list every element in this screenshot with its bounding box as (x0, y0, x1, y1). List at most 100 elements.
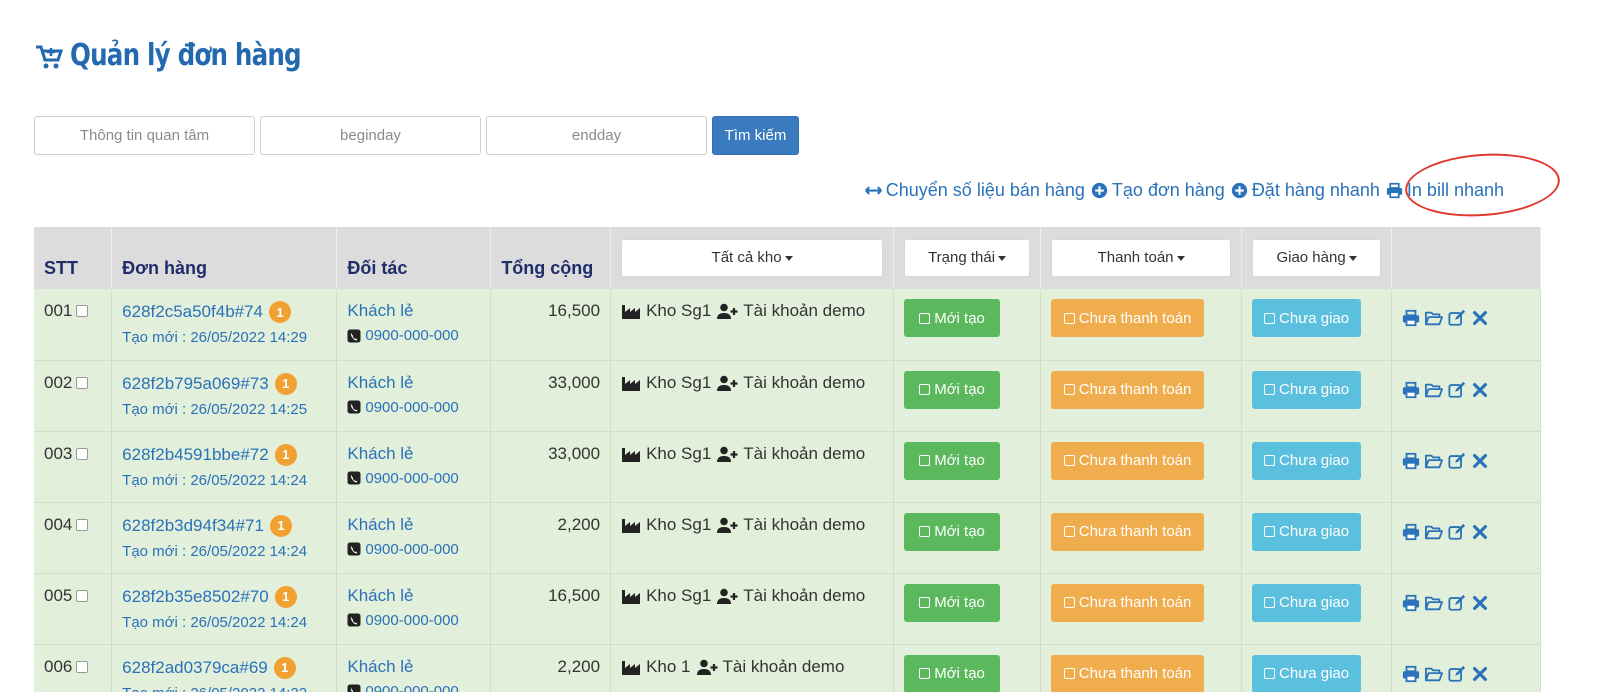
order-created-date: Tạo mới : 26/05/2022 14:24 (122, 613, 308, 631)
row-stt: 005 (44, 585, 73, 605)
order-total: 16,500 (548, 585, 601, 605)
transfer-sales-label: Chuyển số liệu bán hàng (885, 180, 1085, 200)
edit-icon[interactable] (1448, 594, 1466, 612)
order-id-link[interactable]: 628f2b4591bbe#72 (122, 445, 269, 465)
payment-filter-dropdown[interactable]: Thanh toán (1051, 239, 1232, 277)
order-id-link[interactable]: 628f2b3d94f34#71 (122, 516, 264, 536)
row-stt: 003 (44, 443, 73, 463)
edit-icon[interactable] (1448, 381, 1466, 399)
status-button[interactable]: Mới tạo (904, 654, 1001, 692)
checkbox-square-icon (1264, 526, 1276, 537)
delete-icon[interactable] (1471, 309, 1489, 327)
row-checkbox[interactable] (76, 305, 89, 317)
print-icon[interactable] (1402, 523, 1420, 541)
partner-link[interactable]: Khách lẻ (347, 515, 480, 535)
checkbox-square-icon (1063, 668, 1075, 679)
delete-icon[interactable] (1471, 665, 1489, 683)
warehouse-filter-dropdown[interactable]: Tất cả kho (621, 239, 884, 277)
delivery-button[interactable]: Chưa giao (1252, 512, 1362, 551)
print-icon[interactable] (1402, 594, 1420, 612)
order-created-date: Tạo mới : 26/05/2022 14:25 (122, 400, 308, 418)
checkbox-square-icon (1264, 597, 1276, 608)
row-checkbox[interactable] (76, 447, 89, 460)
industry-icon (622, 305, 641, 319)
delivery-filter-dropdown[interactable]: Giao hàng (1252, 239, 1382, 277)
delivery-button[interactable]: Chưa giao (1252, 583, 1362, 622)
header-payment: Thanh toán (1040, 227, 1243, 289)
user-plus-icon (717, 517, 738, 533)
folder-open-icon[interactable] (1425, 452, 1444, 470)
payment-button[interactable]: Chưa thanh toán (1051, 299, 1205, 337)
order-id-link[interactable]: 628f2b35e8502#70 (122, 587, 269, 607)
status-button[interactable]: Mới tạo (904, 512, 1001, 551)
print-icon[interactable] (1402, 381, 1420, 399)
partner-phone: 0900-000-000 (365, 540, 459, 558)
header-order: Đơn hàng (111, 227, 338, 289)
status-button[interactable]: Mới tạo (904, 583, 1001, 622)
row-actions (1402, 452, 1530, 470)
checkbox-square-icon (1063, 384, 1075, 395)
edit-icon[interactable] (1448, 665, 1466, 683)
status-filter-dropdown[interactable]: Trạng thái (904, 239, 1031, 277)
delete-icon[interactable] (1471, 381, 1489, 399)
order-id-link[interactable]: 628f2ad0379ca#69 (122, 658, 268, 678)
phone-icon (347, 613, 361, 627)
status-button[interactable]: Mới tạo (904, 299, 1001, 337)
folder-open-icon[interactable] (1425, 523, 1444, 541)
print-icon[interactable] (1402, 309, 1420, 327)
search-info-input[interactable] (34, 116, 255, 155)
row-checkbox[interactable] (76, 376, 89, 389)
edit-icon[interactable] (1448, 309, 1466, 327)
delete-icon[interactable] (1471, 523, 1489, 541)
row-checkbox[interactable] (76, 660, 89, 673)
folder-open-icon[interactable] (1425, 309, 1444, 327)
status-button[interactable]: Mới tạo (904, 370, 1001, 409)
quick-order-link[interactable]: Đặt hàng nhanh (1231, 180, 1380, 201)
account-name: Tài khoản demo (743, 585, 866, 605)
order-id-link[interactable]: 628f2c5a50f4b#74 (122, 302, 263, 322)
partner-link[interactable]: Khách lẻ (347, 301, 480, 321)
row-checkbox[interactable] (76, 518, 89, 531)
partner-phone: 0900-000-000 (365, 611, 459, 629)
partner-link[interactable]: Khách lẻ (347, 373, 480, 393)
print-icon[interactable] (1402, 452, 1420, 470)
search-button[interactable]: Tìm kiếm (712, 116, 799, 155)
delivery-button[interactable]: Chưa giao (1252, 654, 1362, 692)
plus-circle-icon (1091, 182, 1108, 199)
status-button[interactable]: Mới tạo (904, 441, 1001, 480)
payment-button[interactable]: Chưa thanh toán (1051, 654, 1205, 692)
payment-button[interactable]: Chưa thanh toán (1051, 583, 1205, 622)
partner-link[interactable]: Khách lẻ (347, 444, 480, 464)
payment-button[interactable]: Chưa thanh toán (1051, 512, 1205, 551)
folder-open-icon[interactable] (1425, 665, 1444, 683)
create-order-link[interactable]: Tạo đơn hàng (1091, 180, 1225, 201)
payment-button[interactable]: Chưa thanh toán (1051, 441, 1205, 480)
begin-day-input[interactable] (260, 116, 481, 155)
row-checkbox[interactable] (76, 589, 89, 602)
edit-icon[interactable] (1448, 523, 1466, 541)
row-actions (1402, 665, 1530, 683)
print-icon[interactable] (1402, 665, 1420, 683)
transfer-sales-link[interactable]: Chuyển số liệu bán hàng (864, 180, 1085, 201)
payment-button[interactable]: Chưa thanh toán (1051, 370, 1205, 409)
checkbox-square-icon (1063, 597, 1075, 608)
delivery-button[interactable]: Chưa giao (1252, 441, 1362, 480)
order-count-badge: 1 (273, 656, 296, 679)
row-actions (1402, 594, 1530, 612)
print-bill-link[interactable]: In bill nhanh (1386, 180, 1504, 201)
checkbox-square-icon (1264, 668, 1276, 679)
print-icon (1386, 182, 1403, 199)
delivery-button[interactable]: Chưa giao (1252, 299, 1362, 337)
partner-phone: 0900-000-000 (365, 327, 459, 344)
partner-link[interactable]: Khách lẻ (347, 586, 480, 606)
row-stt: 006 (44, 656, 73, 676)
edit-icon[interactable] (1448, 452, 1466, 470)
delivery-button[interactable]: Chưa giao (1252, 370, 1362, 409)
end-day-input[interactable] (486, 116, 707, 155)
folder-open-icon[interactable] (1425, 381, 1444, 399)
folder-open-icon[interactable] (1425, 594, 1444, 612)
partner-link[interactable]: Khách lẻ (347, 657, 480, 677)
delete-icon[interactable] (1471, 594, 1489, 612)
order-id-link[interactable]: 628f2b795a069#73 (122, 374, 269, 394)
delete-icon[interactable] (1471, 452, 1489, 470)
